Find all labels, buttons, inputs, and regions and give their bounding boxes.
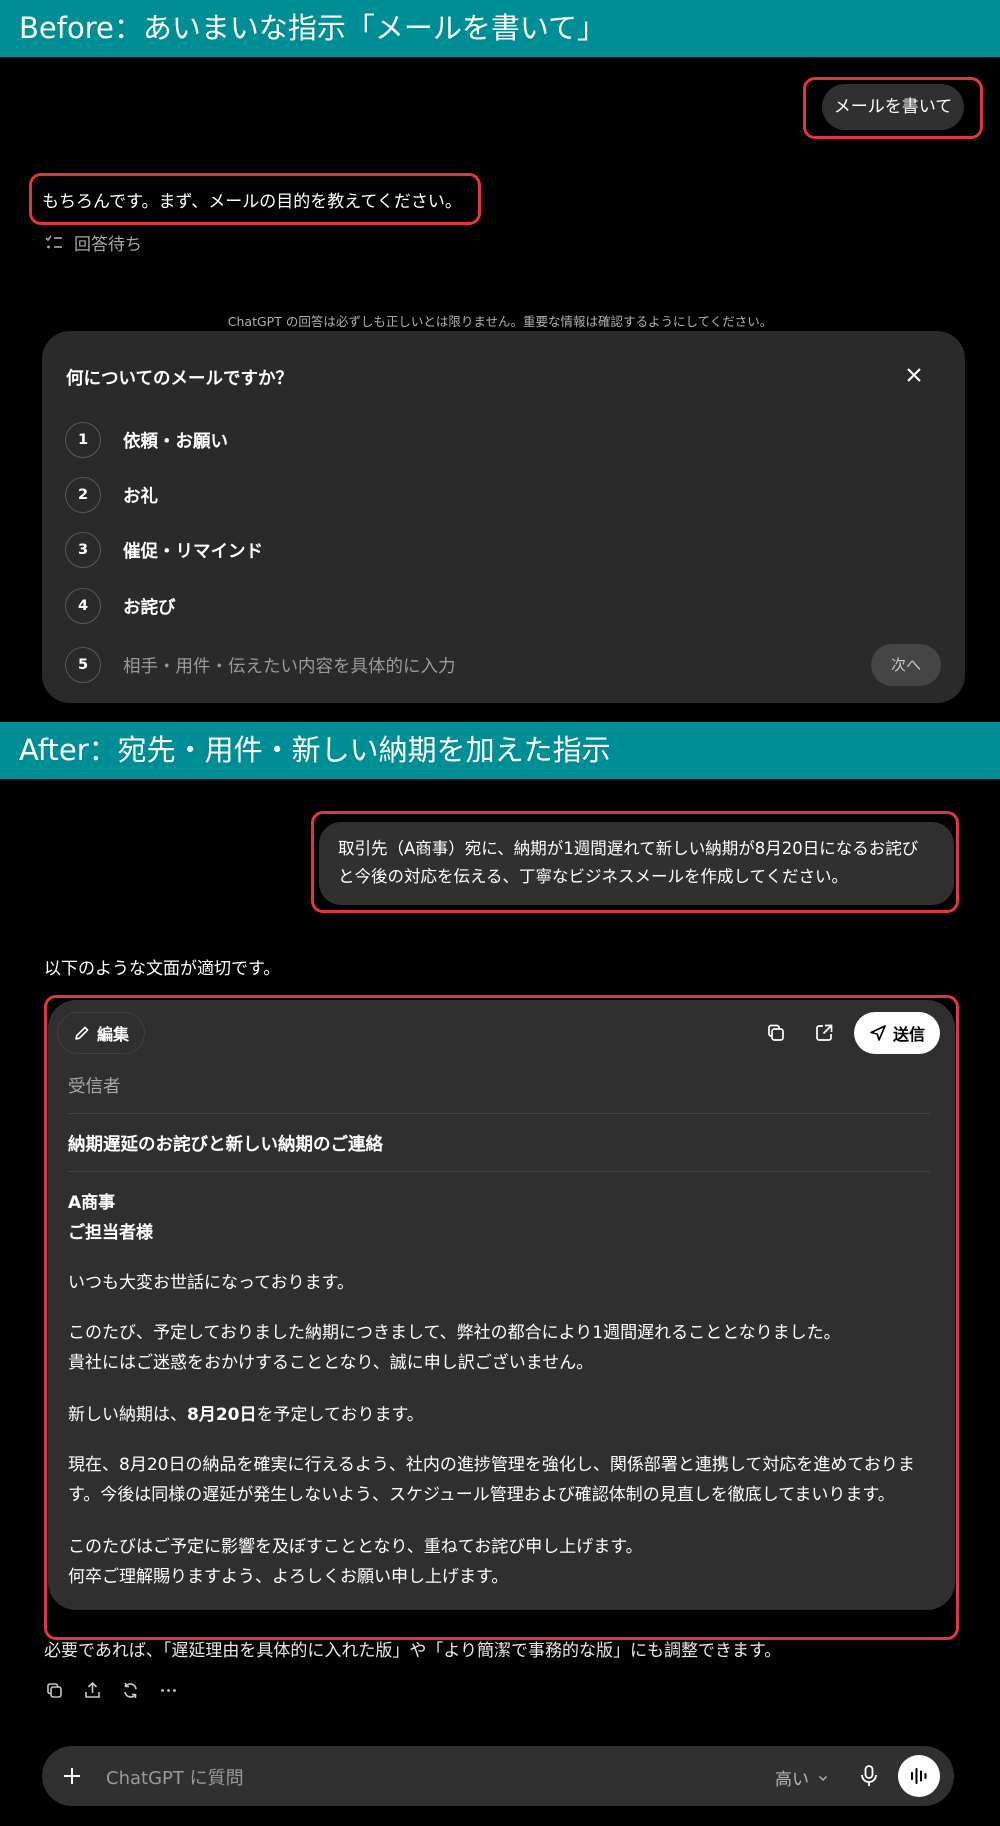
more-icon[interactable] bbox=[158, 1680, 179, 1701]
reasoning-label: 高い bbox=[775, 1770, 809, 1790]
after-banner: After：宛先・用件・新しい納期を加えた指示 bbox=[0, 722, 1000, 779]
highlight-box bbox=[311, 811, 959, 913]
before-banner: Before：あいまいな指示「メールを書いて」 bbox=[0, 0, 1000, 57]
pending-status: 回答待ち bbox=[44, 230, 142, 255]
option-item[interactable]: 4 お詫び bbox=[65, 588, 176, 624]
copy-icon[interactable] bbox=[44, 1680, 65, 1701]
option-item[interactable]: 2 お礼 bbox=[65, 477, 158, 513]
plus-icon[interactable] bbox=[60, 1764, 84, 1788]
chat-input[interactable]: ChatGPT に質問 bbox=[106, 1764, 244, 1790]
option-label: お礼 bbox=[123, 486, 158, 507]
option-number: 2 bbox=[65, 477, 101, 513]
option-item[interactable]: 1 依頼・お願い bbox=[65, 422, 228, 458]
custom-option[interactable]: 5 相手・用件・伝えたい内容を具体的に入力 bbox=[65, 647, 456, 683]
option-number: 3 bbox=[65, 532, 101, 568]
question-title: 何についてのメールですか？ bbox=[66, 369, 293, 389]
microphone-icon[interactable] bbox=[856, 1763, 882, 1789]
close-icon[interactable] bbox=[902, 363, 926, 387]
checklist-icon bbox=[45, 235, 62, 248]
pending-label: 回答待ち bbox=[74, 235, 142, 255]
question-panel: 何についてのメールですか？ 1 依頼・お願い 2 お礼 3 催促・リマインド 4… bbox=[42, 331, 965, 703]
waveform-icon bbox=[911, 1768, 927, 1784]
option-number: 5 bbox=[65, 647, 101, 683]
assistant-intro: 以下のような文面が適切です。 bbox=[44, 959, 281, 979]
highlight-box bbox=[29, 173, 481, 225]
disclaimer: ChatGPT の回答は必ずしも正しいとは限りません。重要な情報は確認するように… bbox=[227, 314, 773, 329]
option-label: 催促・リマインド bbox=[123, 541, 263, 562]
chevron-down-icon bbox=[819, 1775, 827, 1781]
highlight-box bbox=[44, 995, 959, 1640]
composer: ChatGPT に質問 高い bbox=[42, 1746, 954, 1806]
message-actions bbox=[44, 1680, 179, 1701]
option-number: 4 bbox=[65, 588, 101, 624]
option-item[interactable]: 3 催促・リマインド bbox=[65, 532, 263, 568]
regenerate-icon[interactable] bbox=[120, 1680, 141, 1701]
next-button[interactable]: 次へ bbox=[871, 644, 941, 686]
share-icon[interactable] bbox=[82, 1680, 103, 1701]
highlight-box bbox=[803, 77, 983, 139]
option-label: 依頼・お願い bbox=[123, 431, 228, 452]
custom-option-input[interactable]: 相手・用件・伝えたい内容を具体的に入力 bbox=[123, 653, 456, 678]
option-number: 1 bbox=[65, 422, 101, 458]
voice-mode-button[interactable] bbox=[898, 1755, 940, 1797]
reasoning-selector[interactable]: 高い bbox=[775, 1765, 829, 1790]
option-label: お詫び bbox=[123, 597, 176, 618]
